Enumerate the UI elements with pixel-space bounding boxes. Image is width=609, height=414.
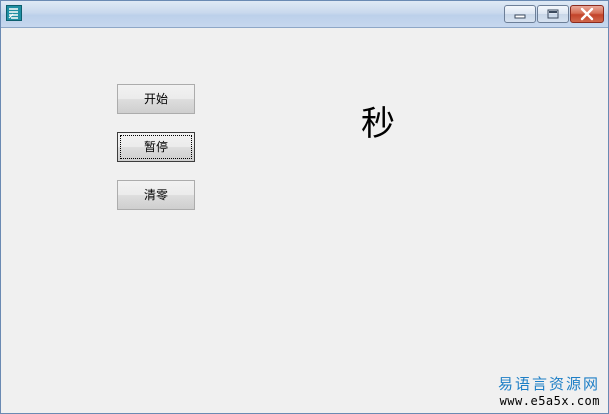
close-button[interactable] (570, 5, 604, 23)
start-button[interactable]: 开始 (117, 84, 195, 114)
close-icon (580, 7, 594, 21)
watermark: 易语言资源网 www.e5a5x.com (498, 375, 600, 409)
pause-button-label: 暂停 (143, 140, 168, 154)
maximize-icon (547, 9, 559, 19)
title-bar[interactable] (1, 1, 608, 28)
watermark-url: www.e5a5x.com (499, 394, 600, 408)
minimize-icon (514, 14, 526, 19)
app-icon[interactable] (6, 5, 22, 21)
maximize-button[interactable] (537, 5, 569, 23)
seconds-display: 秒 (361, 104, 395, 144)
client-area: 开始 暂停 清零 秒 易语言资源网 www.e5a5x.com (1, 28, 608, 413)
pause-button[interactable]: 暂停 (117, 132, 195, 162)
app-window: 开始 暂停 清零 秒 易语言资源网 www.e5a5x.com (0, 0, 609, 414)
start-button-label: 开始 (143, 92, 168, 106)
watermark-title: 易语言资源网 (497, 375, 600, 393)
clear-button-label: 清零 (143, 188, 168, 202)
minimize-button[interactable] (504, 5, 536, 23)
clear-button[interactable]: 清零 (117, 180, 195, 210)
